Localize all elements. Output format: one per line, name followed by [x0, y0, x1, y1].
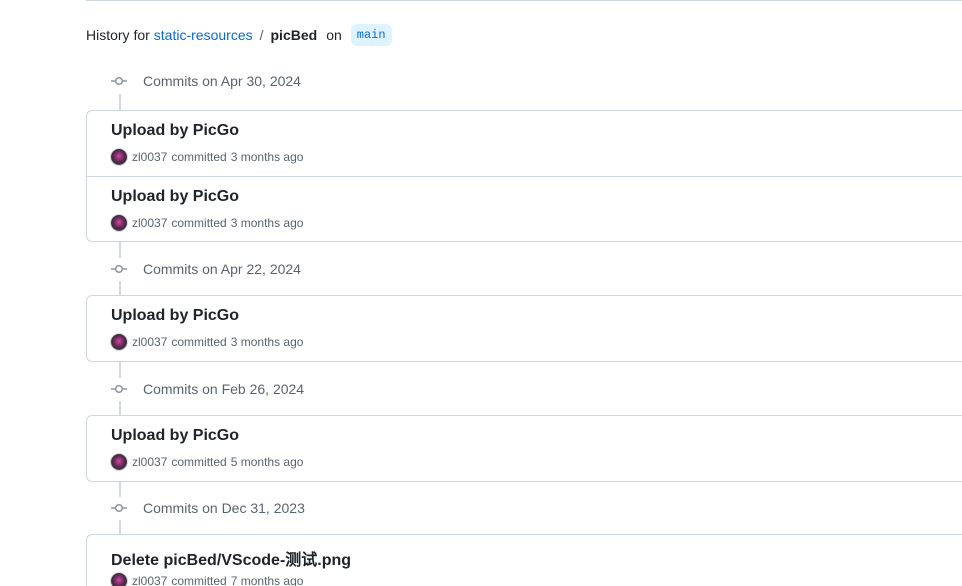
commit-author-link[interactable]: zl0037	[132, 150, 167, 164]
timeline-connector	[119, 242, 121, 258]
commit-title-link[interactable]: Upload by PicGo	[111, 188, 239, 206]
timeline-connector	[119, 362, 121, 378]
commit-time: 3 months ago	[230, 335, 304, 349]
commit-list: Upload by PicGo zl0037 committed 5 month…	[86, 415, 962, 482]
git-commit-icon	[108, 497, 130, 519]
commit-group-header: Commits on Feb 26, 2024	[108, 378, 304, 400]
commit-group-date: Commits on Apr 22, 2024	[143, 261, 301, 277]
commit-title-link[interactable]: Upload by PicGo	[111, 122, 239, 140]
user-avatar[interactable]	[111, 149, 127, 165]
commit-group-header: Commits on Apr 30, 2024	[108, 70, 301, 92]
commit-time: 3 months ago	[230, 216, 304, 230]
commit-author-link[interactable]: zl0037	[132, 455, 167, 469]
timeline-connector	[119, 520, 121, 534]
git-commit-icon	[108, 378, 130, 400]
commit-row: Upload by PicGo zl0037 committed 5 month…	[87, 416, 962, 481]
commit-row: Upload by PicGo zl0037 committed 3 month…	[87, 296, 962, 361]
commit-action: committed	[171, 335, 227, 349]
commit-history-page: History for static-resources / picBed on…	[0, 0, 962, 586]
timeline-connector	[119, 481, 121, 497]
commit-author-link[interactable]: zl0037	[132, 335, 167, 349]
commit-action: committed	[171, 216, 227, 230]
commit-meta: zl0037 committed 7 months ago	[111, 573, 303, 586]
commit-meta: zl0037 committed 5 months ago	[111, 454, 303, 470]
user-avatar[interactable]	[111, 215, 127, 231]
top-divider	[86, 0, 962, 1]
commit-time: 3 months ago	[230, 150, 304, 164]
commit-group-date: Commits on Dec 31, 2023	[143, 500, 305, 516]
git-commit-icon	[108, 70, 130, 92]
commit-meta: zl0037 committed 3 months ago	[111, 215, 303, 231]
commit-group-header: Commits on Dec 31, 2023	[108, 497, 305, 519]
commit-row: Upload by PicGo zl0037 committed 3 month…	[87, 111, 962, 176]
commit-group-header: Commits on Apr 22, 2024	[108, 258, 301, 280]
commit-time: 5 months ago	[230, 455, 304, 469]
user-avatar[interactable]	[111, 334, 127, 350]
commit-meta: zl0037 committed 3 months ago	[111, 149, 303, 165]
user-avatar[interactable]	[111, 573, 127, 586]
commit-author-link[interactable]: zl0037	[132, 574, 167, 586]
git-commit-icon	[108, 258, 130, 280]
path-separator: /	[259, 27, 264, 43]
repo-link[interactable]: static-resources	[154, 27, 253, 43]
commit-group-date: Commits on Apr 30, 2024	[143, 73, 301, 89]
commit-author-link[interactable]: zl0037	[132, 216, 167, 230]
commit-group-date: Commits on Feb 26, 2024	[143, 381, 305, 397]
history-prefix: History for	[86, 27, 150, 43]
commit-title-link[interactable]: Upload by PicGo	[111, 427, 239, 445]
commit-row: Upload by PicGo zl0037 committed 3 month…	[87, 176, 962, 241]
commit-action: committed	[171, 455, 227, 469]
commit-list: Delete picBed/VScode-测试.png zl0037 commi…	[86, 534, 962, 586]
timeline-connector	[119, 281, 121, 295]
on-label: on	[326, 27, 342, 43]
commit-action: committed	[171, 150, 227, 164]
timeline-connector	[119, 401, 121, 415]
current-path: picBed	[270, 27, 318, 43]
commit-action: committed	[171, 574, 227, 586]
commit-list: Upload by PicGo zl0037 committed 3 month…	[86, 110, 962, 242]
timeline-connector	[119, 94, 121, 110]
commit-row: Delete picBed/VScode-测试.png zl0037 commi…	[87, 535, 962, 586]
commit-list: Upload by PicGo zl0037 committed 3 month…	[86, 295, 962, 362]
history-breadcrumb: History for static-resources / picBed on…	[86, 24, 392, 46]
branch-badge[interactable]: main	[350, 24, 392, 46]
commit-meta: zl0037 committed 3 months ago	[111, 334, 303, 350]
user-avatar[interactable]	[111, 454, 127, 470]
commit-title-link[interactable]: Delete picBed/VScode-测试.png	[111, 546, 351, 570]
commit-title-link[interactable]: Upload by PicGo	[111, 307, 239, 325]
commit-time: 7 months ago	[230, 574, 304, 586]
